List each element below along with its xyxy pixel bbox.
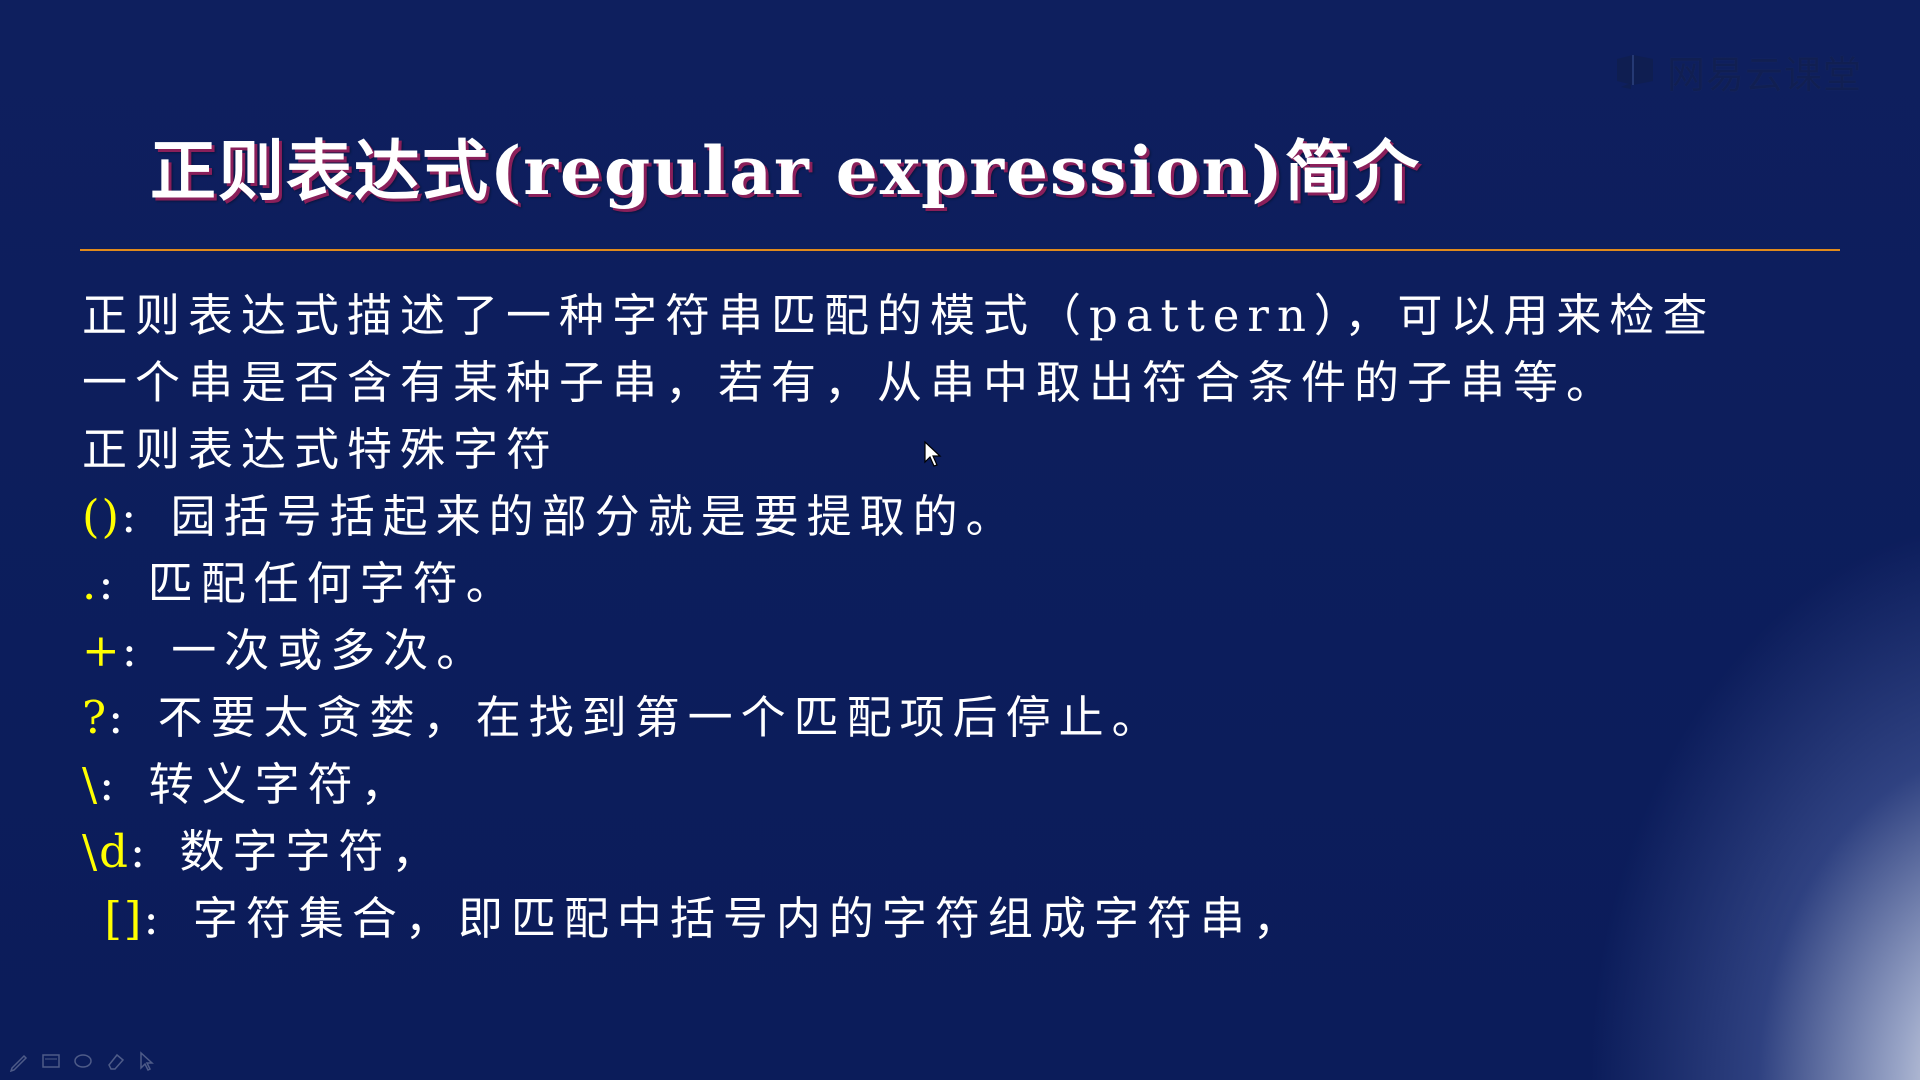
regex-symbol: \ <box>82 758 100 811</box>
symbol-description: 不要太贪婪，在找到第一个匹配项后停止。 <box>157 691 1165 744</box>
regex-symbol: () <box>82 490 122 543</box>
special-char-row: .: 匹配任何字符。 <box>82 550 1782 617</box>
special-char-row: \d: 数字字符， <box>82 818 1782 885</box>
symbol-description: 数字字符， <box>179 825 445 878</box>
slide-title: 正则表达式(regular expression)简介 <box>150 132 1421 210</box>
regex-symbol: ? <box>82 691 109 744</box>
regex-symbol: + <box>82 624 122 677</box>
special-char-row: (): 园括号括起来的部分就是要提取的。 <box>82 483 1782 550</box>
regex-symbol: . <box>82 557 99 610</box>
colon: : <box>98 557 126 610</box>
special-char-row: \: 转义字符， <box>82 751 1782 818</box>
slides-icon[interactable] <box>40 1050 62 1072</box>
intro-line: 正则表达式描述了一种字符串匹配的模式（pattern），可以用来检查 <box>82 289 1716 342</box>
colon: : <box>129 825 158 878</box>
symbol-description: 一次或多次。 <box>171 624 490 677</box>
slide-body: 正则表达式描述了一种字符串匹配的模式（pattern），可以用来检查 一个串是否… <box>82 282 1782 952</box>
special-char-row: +: 一次或多次。 <box>82 617 1782 684</box>
intro-line: 一个串是否含有某种子串，若有，从串中取出符合条件的子串等。 <box>82 356 1620 409</box>
netease-logo-icon <box>1616 54 1653 89</box>
watermark-text: 网易云课堂 <box>1666 53 1862 97</box>
circle-icon[interactable] <box>72 1050 94 1072</box>
netease-cloud-classroom-watermark: 网易云课堂 <box>1613 44 1862 99</box>
regex-symbol: [] <box>104 892 144 945</box>
pen-icon[interactable] <box>8 1050 30 1073</box>
colon: : <box>121 624 149 677</box>
presentation-toolbar <box>8 1050 158 1073</box>
special-char-row: ?: 不要太贪婪，在找到第一个匹配项后停止。 <box>82 684 1782 751</box>
colon: : <box>121 490 149 543</box>
pointer-icon[interactable] <box>136 1050 158 1072</box>
title-divider <box>80 249 1840 251</box>
colon: : <box>143 892 171 945</box>
special-char-row: []: 字符集合，即匹配中括号内的字符组成字符串， <box>82 885 1782 952</box>
symbol-description: 匹配任何字符。 <box>147 557 519 610</box>
colon: : <box>108 691 136 744</box>
colon: : <box>99 758 127 811</box>
regex-symbol: \d <box>82 825 130 878</box>
mouse-cursor-icon <box>924 440 942 467</box>
symbol-description: 转义字符， <box>148 758 414 811</box>
symbol-description: 园括号括起来的部分就是要提取的。 <box>170 490 1019 543</box>
symbol-description: 字符集合，即匹配中括号内的字符组成字符串， <box>192 892 1306 945</box>
eraser-icon[interactable] <box>104 1050 126 1072</box>
